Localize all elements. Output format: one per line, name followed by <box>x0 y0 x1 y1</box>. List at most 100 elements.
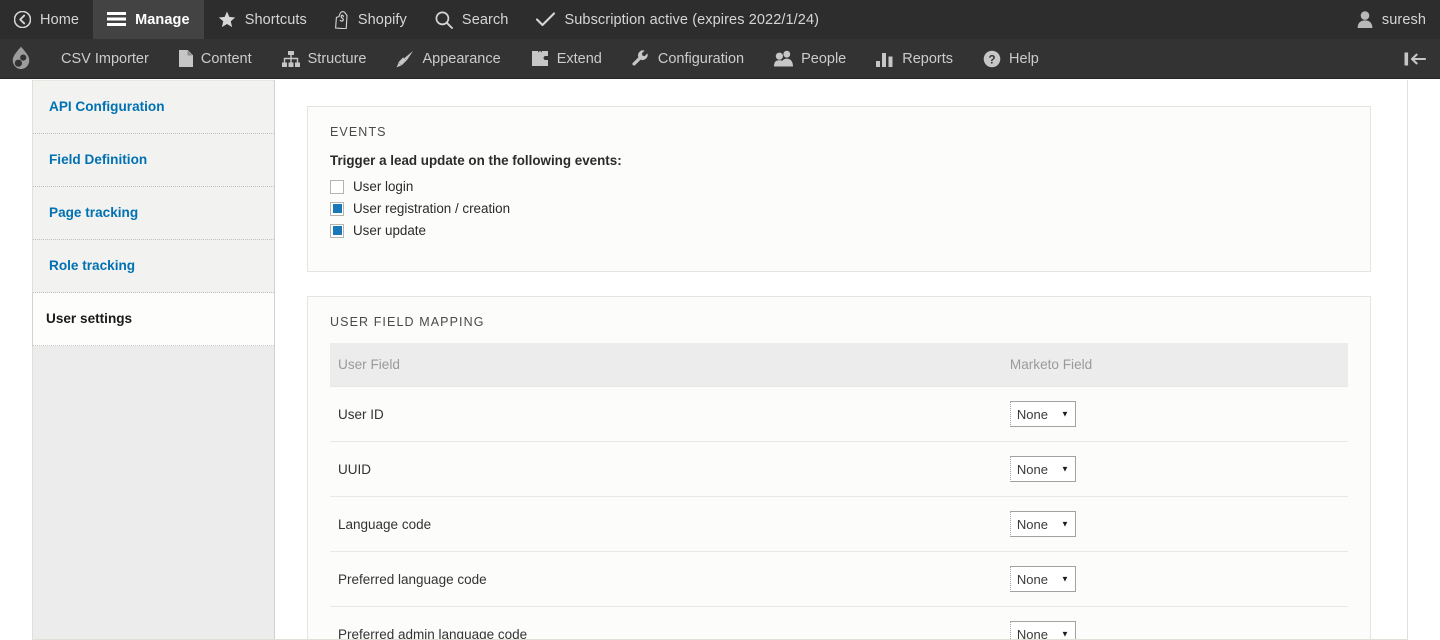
toolbar-item-shopify[interactable]: Shopify <box>321 0 421 39</box>
sidebar-item-role-tracking[interactable]: Role tracking <box>33 240 274 293</box>
toolbar-item-shortcuts[interactable]: Shortcuts <box>204 0 321 39</box>
events-panel-title: EVENTS <box>308 107 1370 139</box>
question-circle-icon: ? <box>983 50 1001 68</box>
table-head: User Field Marketo Field <box>330 343 1348 387</box>
admin-item-structure[interactable]: Structure <box>267 39 382 78</box>
table-row: Language code None <box>330 497 1348 552</box>
checkbox-label: User login <box>353 179 413 194</box>
column-header-marketo-field: Marketo Field <box>1002 343 1348 387</box>
bar-chart-icon <box>876 51 894 67</box>
marketo-field-select-user-id[interactable]: None <box>1010 401 1076 427</box>
table-row: UUID None <box>330 442 1348 497</box>
svg-text:?: ? <box>989 54 996 66</box>
checkbox-label: User registration / creation <box>353 201 510 216</box>
cell-user-field: User ID <box>330 387 1002 442</box>
marketo-field-select-preferred-language-code[interactable]: None <box>1010 566 1076 592</box>
admin-item-content[interactable]: Content <box>164 39 267 78</box>
marketo-field-select-wrap: None <box>1010 401 1076 427</box>
hamburger-icon <box>107 12 126 27</box>
cell-user-field: Preferred language code <box>330 552 1002 607</box>
checkbox-row-user-login[interactable]: User login <box>330 179 1348 194</box>
wrench-icon <box>632 50 650 68</box>
table-row: Preferred language code None <box>330 552 1348 607</box>
sidebar-item-api-configuration[interactable]: API Configuration <box>33 81 274 134</box>
admin-item-label: CSV Importer <box>61 51 149 67</box>
cell-marketo-field: None <box>1002 497 1348 552</box>
admin-item-label: Content <box>201 51 252 67</box>
admin-item-configuration[interactable]: Configuration <box>617 39 759 78</box>
sidebar-item-field-definition[interactable]: Field Definition <box>33 134 274 187</box>
page-container: API Configuration Field Definition Page … <box>32 80 1408 640</box>
admin-item-help[interactable]: ? Help <box>968 39 1054 78</box>
user-avatar-icon <box>1357 11 1373 28</box>
checkbox-user-login[interactable] <box>330 180 344 194</box>
main-content: EVENTS Trigger a lead update on the foll… <box>275 80 1407 639</box>
drupal-drop-icon[interactable] <box>0 39 46 78</box>
admin-menu-bar: CSV Importer Content Structure <box>0 39 1440 79</box>
document-icon <box>179 50 193 67</box>
table-row: User ID None <box>330 387 1348 442</box>
user-field-mapping-table: User Field Marketo Field User ID None <box>330 343 1348 639</box>
home-back-icon <box>14 11 31 28</box>
marketo-field-select-wrap: None <box>1010 511 1076 537</box>
toolbar-item-search[interactable]: Search <box>421 0 523 39</box>
cell-marketo-field: None <box>1002 442 1348 497</box>
toolbar-item-label: Search <box>462 12 509 28</box>
checkbox-user-registration[interactable] <box>330 202 344 216</box>
vertical-tabs-list: API Configuration Field Definition Page … <box>33 80 274 346</box>
collapse-left-icon[interactable] <box>1390 39 1440 78</box>
mapping-panel-title: USER FIELD MAPPING <box>308 297 1370 329</box>
events-panel: EVENTS Trigger a lead update on the foll… <box>307 106 1371 272</box>
sidebar-item-label: User settings <box>46 311 132 326</box>
marketo-field-select-wrap: None <box>1010 456 1076 482</box>
toolbar-bar: Home Manage Shortcuts Shopify <box>0 0 1440 39</box>
toolbar-item-label: Subscription active (expires 2022/1/24) <box>564 12 819 28</box>
toolbar-item-label: Home <box>40 12 79 28</box>
sitemap-icon <box>282 51 300 67</box>
toolbar-item-home[interactable]: Home <box>0 0 93 39</box>
admin-item-extend[interactable]: Extend <box>516 39 617 78</box>
toolbar-item-manage[interactable]: Manage <box>93 0 204 39</box>
admin-item-reports[interactable]: Reports <box>861 39 968 78</box>
search-icon <box>435 11 453 29</box>
sidebar-item-label[interactable]: API Configuration <box>49 99 165 114</box>
marketo-field-select-uuid[interactable]: None <box>1010 456 1076 482</box>
cell-marketo-field: None <box>1002 552 1348 607</box>
mapping-panel-body: User Field Marketo Field User ID None <box>308 329 1370 639</box>
events-panel-body: Trigger a lead update on the following e… <box>308 139 1370 271</box>
cell-marketo-field: None <box>1002 387 1348 442</box>
admin-item-people[interactable]: People <box>759 39 861 78</box>
admin-item-label: Configuration <box>658 51 744 67</box>
admin-item-label: Extend <box>557 51 602 67</box>
admin-item-label: Reports <box>902 51 953 67</box>
sidebar-item-page-tracking[interactable]: Page tracking <box>33 187 274 240</box>
toolbar-item-label: Manage <box>135 12 190 28</box>
sidebar-item-label[interactable]: Field Definition <box>49 152 147 167</box>
cell-user-field: Preferred admin language code <box>330 607 1002 640</box>
marketo-field-select-wrap: None <box>1010 566 1076 592</box>
marketo-field-select-preferred-admin-language-code[interactable]: None <box>1010 621 1076 639</box>
sidebar-item-user-settings[interactable]: User settings <box>32 293 274 346</box>
admin-item-csv-importer[interactable]: CSV Importer <box>46 39 164 78</box>
events-description: Trigger a lead update on the following e… <box>330 153 1348 168</box>
checkbox-user-update[interactable] <box>330 224 344 238</box>
table-body: User ID None UUID <box>330 387 1348 640</box>
sidebar-item-label[interactable]: Page tracking <box>49 205 138 220</box>
marketo-field-select-language-code[interactable]: None <box>1010 511 1076 537</box>
toolbar-item-label: Shopify <box>358 12 407 28</box>
table-header-row: User Field Marketo Field <box>330 343 1348 387</box>
shopify-icon <box>335 11 349 29</box>
checkbox-row-user-update[interactable]: User update <box>330 223 1348 238</box>
user-field-mapping-panel: USER FIELD MAPPING User Field Marketo Fi… <box>307 296 1371 639</box>
paintbrush-icon <box>396 50 414 68</box>
toolbar-item-subscription-status: Subscription active (expires 2022/1/24) <box>522 0 833 39</box>
column-header-user-field: User Field <box>330 343 1002 387</box>
toolbar-item-user-account[interactable]: suresh <box>1343 0 1440 39</box>
checkbox-row-user-registration[interactable]: User registration / creation <box>330 201 1348 216</box>
admin-item-label: Help <box>1009 51 1039 67</box>
cell-marketo-field: None <box>1002 607 1348 640</box>
admin-item-appearance[interactable]: Appearance <box>381 39 515 78</box>
sidebar-item-label[interactable]: Role tracking <box>49 258 135 273</box>
toolbar-user-label: suresh <box>1382 12 1426 28</box>
people-icon <box>774 50 793 67</box>
